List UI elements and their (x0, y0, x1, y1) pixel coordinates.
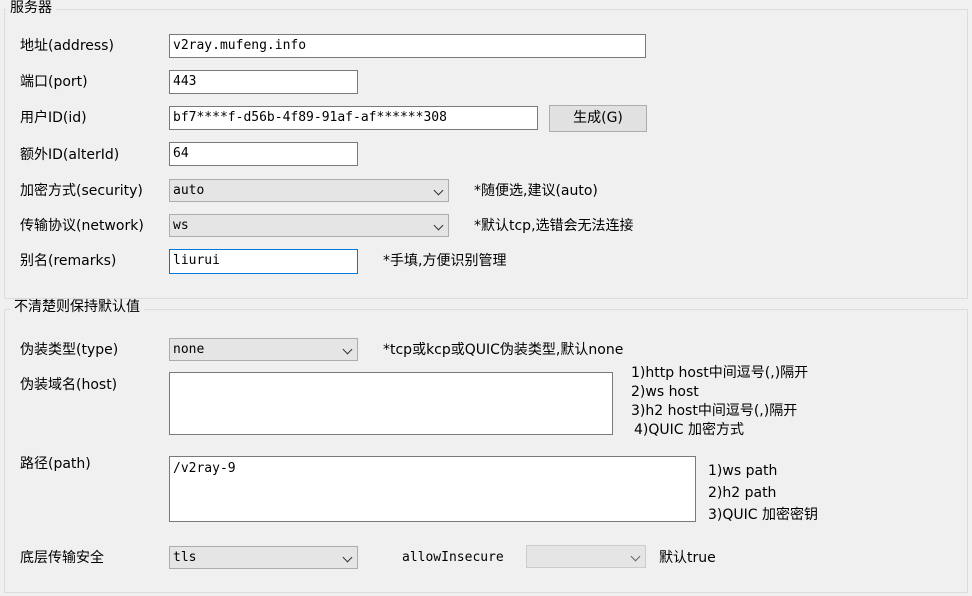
port-input[interactable]: 443 (169, 70, 358, 94)
user-id-input[interactable]: bf7****f-d56b-4f89-91af-af******308 (169, 106, 538, 130)
allow-insecure-label: allowInsecure (402, 550, 504, 565)
generate-id-button[interactable]: 生成(G) (549, 105, 647, 132)
path-hint-line: 2)h2 path (708, 485, 777, 501)
alter-id-input[interactable]: 64 (169, 142, 358, 166)
network-hint: *默认tcp,选错会无法连接 (474, 218, 634, 234)
security-hint: *随便选,建议(auto) (474, 183, 598, 199)
network-label: 传输协议(network) (20, 218, 144, 234)
type-label: 伪装类型(type) (20, 342, 119, 358)
path-hint-line: 1)ws path (708, 463, 778, 479)
type-select[interactable]: none (169, 338, 358, 361)
chevron-down-icon (433, 185, 444, 196)
host-hints: 1)http host中间逗号(,)隔开 2)ws host 3)h2 host… (631, 364, 808, 440)
path-label: 路径(path) (20, 456, 91, 472)
port-label: 端口(port) (20, 74, 88, 90)
address-label: 地址(address) (20, 38, 114, 54)
security-select[interactable]: auto (169, 179, 449, 202)
stream-security-select[interactable]: tls (169, 546, 358, 569)
security-label: 加密方式(security) (20, 183, 143, 199)
remarks-input[interactable]: liurui (169, 249, 358, 274)
alter-id-label: 额外ID(alterId) (20, 147, 120, 163)
host-label: 伪装域名(host) (20, 377, 118, 393)
stream-security-select-value: tls (173, 550, 197, 565)
remarks-hint: *手填,方便识别管理 (383, 253, 507, 269)
address-input[interactable]: v2ray.mufeng.info (169, 34, 646, 58)
network-select[interactable]: ws (169, 214, 449, 237)
host-textarea[interactable] (169, 372, 613, 435)
chevron-down-icon (433, 220, 444, 231)
path-hints: 1)ws path 2)h2 path 3)QUIC 加密密钥 (708, 460, 818, 526)
path-textarea[interactable]: /v2ray-9 (169, 456, 696, 522)
type-hint: *tcp或kcp或QUIC伪装类型,默认none (383, 342, 624, 358)
stream-security-label: 底层传输安全 (20, 550, 104, 566)
server-group-title: 服务器 (6, 0, 56, 16)
advanced-group-title: 不清楚则保持默认值 (10, 299, 144, 315)
host-hint-line: 4)QUIC 加密方式 (634, 422, 744, 438)
path-hint-line: 3)QUIC 加密密钥 (708, 507, 818, 523)
host-hint-line: 3)h2 host中间逗号(,)隔开 (631, 403, 798, 419)
chevron-down-icon (342, 344, 353, 355)
type-select-value: none (173, 342, 205, 357)
allow-insecure-select[interactable] (526, 545, 646, 568)
security-select-value: auto (173, 183, 205, 198)
chevron-down-icon (342, 552, 353, 563)
remarks-label: 别名(remarks) (20, 253, 117, 269)
network-select-value: ws (173, 218, 189, 233)
host-hint-line: 1)http host中间逗号(,)隔开 (631, 365, 809, 381)
allow-insecure-hint: 默认true (659, 550, 716, 566)
user-id-label: 用户ID(id) (20, 110, 87, 126)
chevron-down-icon (630, 551, 641, 562)
host-hint-line: 2)ws host (631, 384, 699, 400)
